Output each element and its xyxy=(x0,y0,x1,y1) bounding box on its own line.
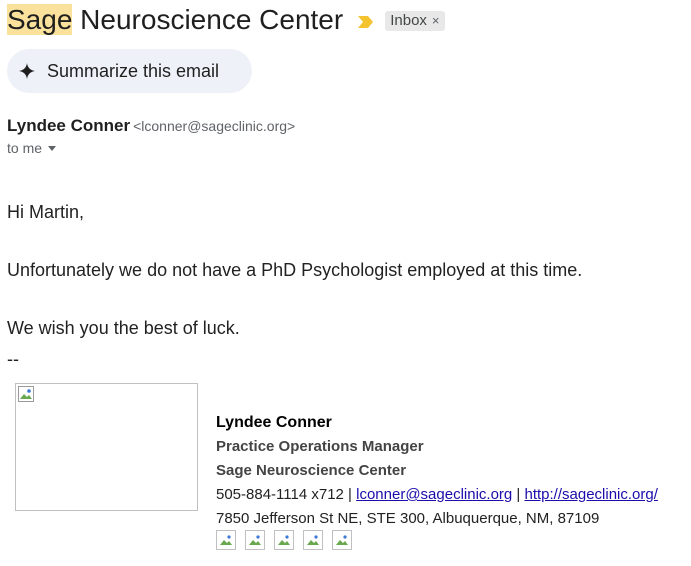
sender-line: Lyndee Conner <lconner@sageclinic.org> xyxy=(7,116,295,136)
subject-highlight: Sage xyxy=(7,4,73,35)
label-chip-text: Inbox xyxy=(390,12,427,29)
chevron-down-icon xyxy=(48,145,57,151)
social-links xyxy=(216,530,352,550)
summarize-email-button[interactable]: Summarize this email xyxy=(7,49,252,93)
subject-row: Sage Neuroscience Center Inbox × xyxy=(7,4,445,36)
broken-image-icon xyxy=(220,535,232,545)
signature-name: Lyndee Conner xyxy=(216,414,332,431)
sparkle-icon xyxy=(19,63,35,79)
signature-logo-image xyxy=(15,383,198,511)
sender-email: <lconner@sageclinic.org> xyxy=(133,118,296,134)
broken-image-icon xyxy=(18,386,34,402)
signature-title: Practice Operations Manager xyxy=(216,438,424,455)
summarize-label: Summarize this email xyxy=(47,60,220,81)
label-chip-inbox: Inbox × xyxy=(385,11,445,31)
signature-email-link[interactable]: lconner@sageclinic.org xyxy=(356,486,512,503)
important-marker-icon[interactable] xyxy=(357,15,375,29)
email-subject: Sage Neuroscience Center xyxy=(7,4,343,36)
signature-divider: | xyxy=(512,486,525,503)
broken-image-icon xyxy=(278,535,290,545)
social-link-icon-4[interactable] xyxy=(303,530,323,550)
signature-website-link[interactable]: http://sageclinic.org/ xyxy=(525,486,658,503)
social-link-icon-5[interactable] xyxy=(332,530,352,550)
remove-label-icon[interactable]: × xyxy=(432,13,440,28)
broken-image-icon xyxy=(249,535,261,545)
social-link-icon-2[interactable] xyxy=(245,530,265,550)
broken-image-icon xyxy=(336,535,348,545)
signature-contact-line: 505-884-1114 x712 | lconner@sageclinic.o… xyxy=(216,486,658,503)
body-paragraph-1: Unfortunately we do not have a PhD Psych… xyxy=(7,260,583,280)
body-paragraph-2: We wish you the best of luck. xyxy=(7,318,240,338)
signature-address: 7850 Jefferson St NE, STE 300, Albuquerq… xyxy=(216,510,600,527)
broken-image-icon xyxy=(307,535,319,545)
sender-name[interactable]: Lyndee Conner xyxy=(7,116,130,135)
signature-phone: 505-884-1114 x712 | xyxy=(216,486,357,503)
signature-organization: Sage Neuroscience Center xyxy=(216,462,407,479)
greeting: Hi Martin, xyxy=(7,202,85,222)
email-view: Sage Neuroscience Center Inbox × Summari… xyxy=(0,0,691,566)
signature-separator: -- xyxy=(7,349,19,369)
recipient-details-toggle[interactable]: to me xyxy=(7,140,57,156)
subject-text: Neuroscience Center xyxy=(72,4,344,35)
recipient-label: to me xyxy=(7,140,43,156)
social-link-icon-3[interactable] xyxy=(274,530,294,550)
social-link-icon-1[interactable] xyxy=(216,530,236,550)
